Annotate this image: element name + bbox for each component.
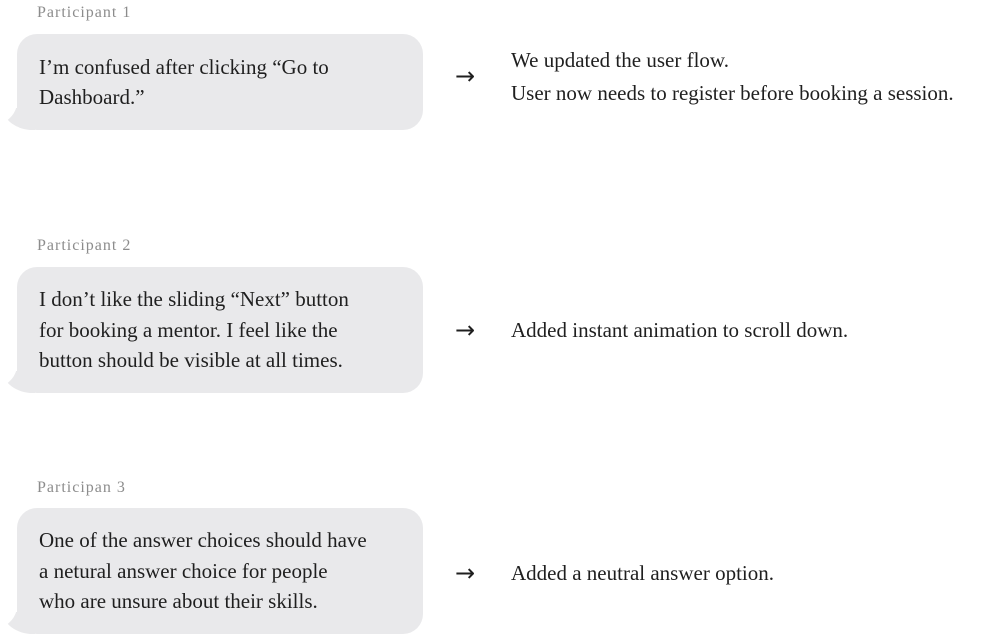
arrow-right-icon: → — [455, 316, 476, 344]
arrow-right-icon: → — [455, 62, 476, 90]
comment-line: Dashboard.” — [39, 85, 145, 109]
response-text: Added instant animation to scroll down. — [511, 314, 848, 347]
bubble-tail — [3, 612, 35, 634]
response-line: User now needs to register before bookin… — [511, 81, 954, 105]
participant-label: Participant 1 — [37, 4, 132, 21]
comment-bubble: I’m confused after clicking “Go to Dashb… — [3, 34, 423, 130]
comment-bubble: I don’t like the sliding “Next” button f… — [3, 267, 423, 393]
comment-line: One of the answer choices should have — [39, 528, 367, 553]
response-line: We updated the user flow. — [511, 48, 729, 72]
arrow-right-icon: → — [455, 559, 476, 587]
bubble-tail — [3, 108, 35, 130]
feedback-page: { "feedback": [ { "participant": "Partic… — [0, 0, 1003, 635]
comment-line: I don’t like the sliding “Next” button — [39, 287, 349, 312]
response-text: We updated the user flow. User now needs… — [511, 44, 954, 110]
comment-text: I don’t like the sliding “Next” button f… — [39, 284, 349, 376]
response-text: Added a neutral answer option. — [511, 557, 774, 590]
comment-bubble: One of the answer choices should have a … — [3, 508, 423, 634]
response-line: Added instant animation to scroll down. — [511, 318, 849, 342]
comment-line: a netural answer choice for people — [39, 558, 328, 583]
comment-text: I’m confused after clicking “Go to Dashb… — [39, 52, 329, 113]
participant-label: Participant 2 — [37, 237, 132, 254]
comment-line: button should be visible at all times. — [39, 348, 343, 373]
comment-text: One of the answer choices should have a … — [39, 525, 367, 617]
comment-line: for booking a mentor. I feel like the — [39, 317, 338, 342]
comment-line: I’m confused after clicking “Go to — [39, 54, 329, 79]
comment-line: who are unsure about their skills. — [39, 589, 318, 614]
participant-label: Participan 3 — [37, 479, 126, 496]
bubble-tail — [3, 371, 35, 393]
response-line: Added a neutral answer option. — [511, 561, 775, 585]
